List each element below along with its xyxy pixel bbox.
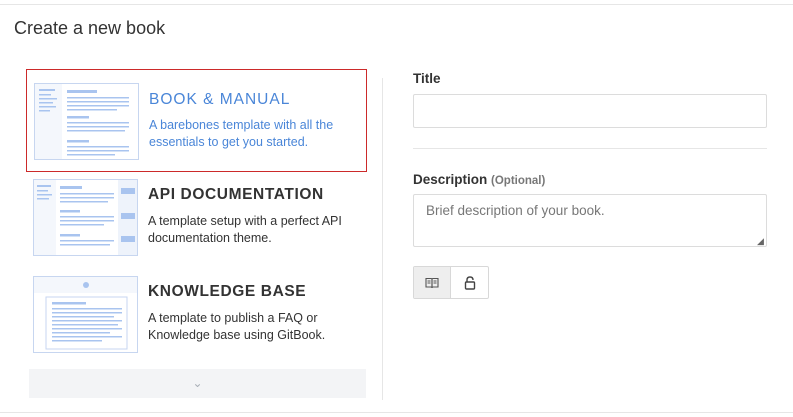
column-divider bbox=[382, 78, 383, 400]
title-label: Title bbox=[413, 71, 441, 86]
api-documentation-thumbnail-icon bbox=[33, 179, 138, 256]
private-toggle-button[interactable] bbox=[451, 267, 488, 298]
optional-tag: (Optional) bbox=[491, 175, 546, 187]
resize-grip-icon[interactable]: ◢ bbox=[757, 236, 764, 247]
book-icon bbox=[425, 277, 439, 288]
template-description: A template to publish a FAQ or Knowledge… bbox=[148, 311, 326, 342]
template-name: API DOCUMENTATION bbox=[148, 186, 324, 203]
form-divider bbox=[413, 148, 767, 149]
public-toggle-button[interactable] bbox=[414, 267, 452, 298]
chevron-down-icon: ⌄ bbox=[192, 376, 203, 390]
template-name: BOOK & MANUAL bbox=[149, 91, 291, 108]
template-knowledge-base[interactable]: KNOWLEDGE BASE A template to publish a F… bbox=[26, 263, 367, 359]
description-label: Description bbox=[413, 172, 488, 187]
bottom-divider bbox=[0, 412, 793, 413]
description-textarea[interactable] bbox=[413, 194, 767, 247]
template-description: A barebones template with all the essent… bbox=[149, 118, 334, 149]
template-name: KNOWLEDGE BASE bbox=[148, 283, 307, 300]
top-divider bbox=[0, 4, 793, 5]
visibility-toggle bbox=[413, 266, 489, 299]
template-api-documentation[interactable]: API DOCUMENTATION A template setup with … bbox=[26, 166, 367, 262]
title-input[interactable] bbox=[413, 94, 767, 128]
knowledge-base-thumbnail-icon bbox=[33, 276, 138, 353]
lock-icon bbox=[464, 275, 475, 290]
page-title: Create a new book bbox=[14, 18, 166, 38]
book-manual-thumbnail-icon bbox=[34, 83, 139, 160]
description-label-row: Description (Optional) bbox=[413, 172, 545, 187]
template-book-manual[interactable]: BOOK & MANUAL A barebones template with … bbox=[26, 69, 367, 172]
show-more-templates-button[interactable]: ⌄ bbox=[29, 369, 366, 398]
template-description: A template setup with a perfect API docu… bbox=[148, 214, 342, 245]
